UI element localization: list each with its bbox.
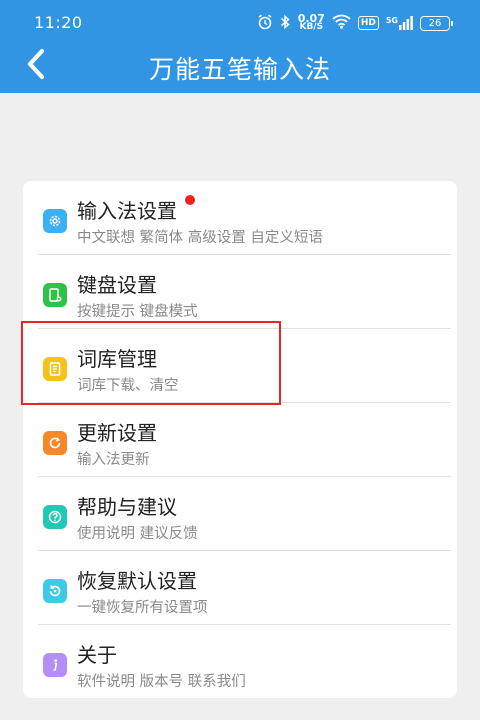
top-bar: 11:20 0.07 KB/S HD 5G 26 万能五笔输入法 — [0, 0, 480, 93]
menu-item-input-settings[interactable]: 输入法设置 中文联想 繁简体 高级设置 自定义短语 — [23, 181, 457, 255]
status-bar: 11:20 0.07 KB/S HD 5G 26 — [0, 0, 480, 44]
restore-icon — [43, 579, 67, 603]
page-title: 万能五笔输入法 — [148, 55, 331, 84]
menu-item-subtitle: 中文联想 繁简体 高级设置 自定义短语 — [77, 230, 323, 246]
battery-indicator: 26 — [420, 15, 453, 31]
menu-item-about[interactable]: 关于 软件说明 版本号 联系我们 — [23, 625, 457, 699]
menu-item-title: 输入法设置 — [77, 199, 177, 223]
network-speed: 0.07 KB/S — [297, 12, 325, 32]
menu-item-subtitle: 一键恢复所有设置项 — [77, 600, 208, 616]
menu-item-restore-defaults[interactable]: 恢复默认设置 一键恢复所有设置项 — [23, 551, 457, 625]
nav-bar: 万能五笔输入法 — [0, 44, 480, 93]
notification-dot — [185, 195, 195, 205]
menu-item-keyboard-settings[interactable]: 键盘设置 按键提示 键盘模式 — [23, 255, 457, 329]
signal-icon: 5G — [386, 16, 413, 30]
settings-menu: 输入法设置 中文联想 繁简体 高级设置 自定义短语 键盘设置 按键提示 键盘模式… — [23, 181, 457, 698]
menu-item-update-settings[interactable]: 更新设置 输入法更新 — [23, 403, 457, 477]
menu-item-subtitle: 软件说明 版本号 联系我们 — [77, 674, 246, 690]
menu-item-subtitle: 输入法更新 — [77, 452, 150, 468]
update-icon — [43, 431, 67, 455]
menu-item-subtitle: 使用说明 建议反馈 — [77, 526, 198, 542]
info-icon — [43, 653, 67, 677]
menu-item-title: 更新设置 — [77, 421, 157, 445]
highlight-annotation-box — [21, 321, 281, 405]
status-time: 11:20 — [34, 12, 83, 32]
menu-item-title: 恢复默认设置 — [77, 569, 197, 593]
keyboard-settings-icon — [43, 283, 67, 307]
help-icon — [43, 505, 67, 529]
menu-item-title: 键盘设置 — [77, 273, 157, 297]
alarm-icon — [257, 14, 273, 33]
bluetooth-icon — [280, 14, 291, 33]
gear-icon — [43, 209, 67, 233]
menu-item-title: 关于 — [77, 643, 117, 667]
menu-item-help-feedback[interactable]: 帮助与建议 使用说明 建议反馈 — [23, 477, 457, 551]
status-icons: 0.07 KB/S HD 5G 26 — [257, 12, 453, 34]
menu-item-subtitle: 按键提示 键盘模式 — [77, 304, 198, 320]
hd-badge: HD — [357, 16, 379, 30]
menu-item-title: 帮助与建议 — [77, 495, 177, 519]
wifi-icon — [332, 14, 351, 32]
